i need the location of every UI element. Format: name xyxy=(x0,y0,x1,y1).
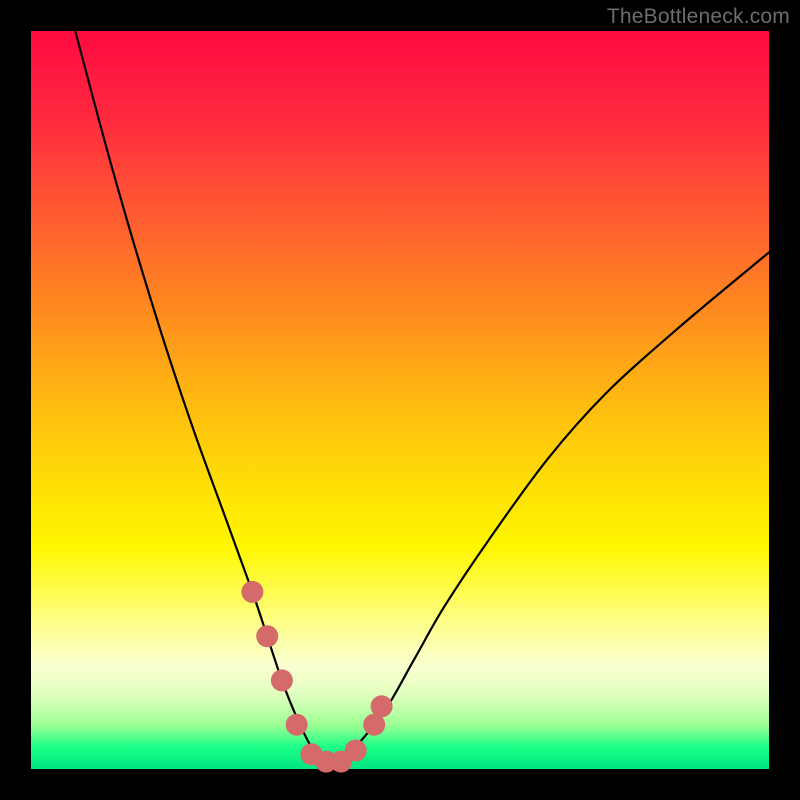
marker-point xyxy=(286,714,308,736)
watermark-text: TheBottleneck.com xyxy=(607,5,790,29)
marker-point xyxy=(241,581,263,603)
plot-area xyxy=(31,31,769,769)
highlighted-points xyxy=(241,581,392,773)
bottleneck-curve xyxy=(75,31,769,763)
marker-point xyxy=(271,669,293,691)
curve-layer xyxy=(31,31,769,769)
marker-point xyxy=(256,625,278,647)
marker-point xyxy=(371,695,393,717)
marker-point xyxy=(345,740,367,762)
chart-stage: TheBottleneck.com xyxy=(0,0,800,800)
